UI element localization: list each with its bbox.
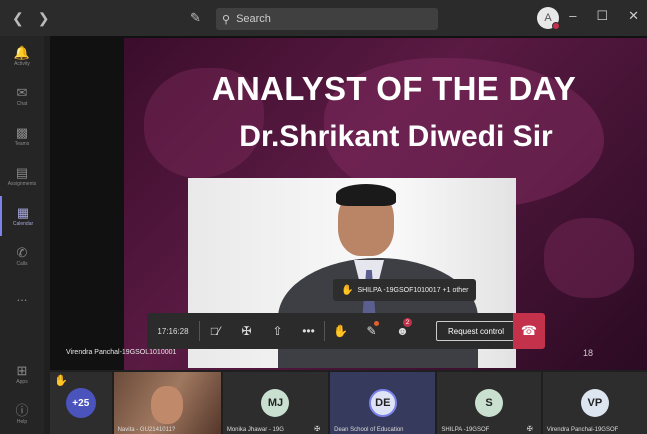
- participant-name: SHILPA -19GSOF: [441, 427, 490, 433]
- slide-title: ANALYST OF THE DAY: [211, 70, 577, 107]
- rail-label: Apps: [16, 378, 28, 385]
- slide-subtitle: Dr.Shrikant Diwedi Sir: [239, 120, 553, 153]
- more-participants-count: +25: [65, 388, 96, 418]
- rail-item-assignments[interactable]: ▤ Assignments: [0, 156, 44, 196]
- rail-item-calendar[interactable]: ▦ Calendar: [0, 196, 44, 236]
- help-icon: ⓘ: [15, 402, 29, 418]
- rail-item-calls[interactable]: ✆ Calls: [0, 236, 44, 276]
- raise-hand-button[interactable]: ✋: [325, 313, 356, 349]
- assignments-icon: ▤: [15, 164, 29, 180]
- participant-tile[interactable]: S SHILPA -19GSOF ✠: [437, 372, 541, 434]
- chat-icon: ✉: [16, 84, 28, 100]
- raised-hand-icon: ✋: [341, 284, 354, 296]
- title-bar: ❮ ❯ ✎ ⚲ Search A – ☐ ✕: [0, 0, 647, 36]
- rail-item-help[interactable]: ⓘ Help: [0, 394, 44, 434]
- rail-label: Calls: [16, 260, 28, 267]
- rail-label: Activity: [14, 60, 30, 67]
- rail-label: Help: [16, 418, 28, 425]
- call-timer: 17:16:28: [157, 326, 189, 336]
- world-map-shape: [544, 218, 634, 298]
- chevron-right-icon[interactable]: ❯: [38, 10, 50, 27]
- participant-avatar: MJ: [261, 389, 290, 417]
- photo-hair: [336, 184, 396, 206]
- participants-badge: 2: [403, 318, 412, 327]
- participant-video-tile[interactable]: Navita - GU2141011?: [113, 372, 221, 434]
- raised-hand-icon: ✋: [54, 375, 68, 387]
- raised-hand-notification[interactable]: ✋ SHILPA -19GSOF1010017 +1 other: [333, 279, 477, 301]
- nav-arrows: ❮ ❯: [12, 10, 49, 27]
- camera-off-button[interactable]: □⁄: [200, 313, 231, 349]
- rail-item-apps[interactable]: ⊞ Apps: [0, 354, 44, 394]
- window-controls: – ☐ ✕: [569, 8, 639, 24]
- participant-tile[interactable]: DE Dean School of Education: [330, 372, 436, 434]
- ellipsis-icon: •••: [302, 324, 315, 338]
- rail-label: Teams: [14, 140, 30, 147]
- participant-name: Dean School of Education: [334, 427, 404, 433]
- participants-button[interactable]: ☻ 2: [387, 313, 418, 349]
- chat-button[interactable]: ✎: [356, 313, 387, 349]
- app-rail: 🔔 Activity ✉ Chat ▩ Teams ▤ Assignments …: [0, 36, 44, 434]
- participant-tile[interactable]: MJ Monika Jhawar - 19G ✠: [222, 372, 329, 434]
- rail-item-chat[interactable]: ✉ Chat: [0, 76, 44, 116]
- participant-avatar: VP: [580, 389, 609, 417]
- mic-off-icon: ✠: [526, 426, 533, 433]
- participant-face: [151, 386, 184, 424]
- participant-name: Navita - GU2141011?: [117, 427, 176, 433]
- phone-icon: ✆: [16, 244, 28, 260]
- rail-label: Assignments: [7, 180, 37, 187]
- avatar[interactable]: A: [537, 7, 560, 30]
- chevron-left-icon[interactable]: ❮: [12, 10, 24, 27]
- share-icon: ⇧: [272, 324, 283, 338]
- call-controls: 17:16:28 □⁄ ✠ ⇧ ••• ✋ ✎ ☻ 2 Request cont…: [147, 313, 545, 349]
- participant-strip: ✋ +25 Navita - GU2141011? MJ Monika Jhaw…: [50, 372, 647, 434]
- teams-icon: ▩: [15, 124, 29, 140]
- participant-name: Monika Jhawar - 19G: [226, 427, 284, 433]
- rail-label: Chat: [16, 100, 28, 107]
- rail-item-teams[interactable]: ▩ Teams: [0, 116, 44, 156]
- rail-label: Calendar: [12, 220, 34, 227]
- more-participants-tile[interactable]: ✋ +25: [50, 372, 112, 434]
- rail-item-activity[interactable]: 🔔 Activity: [0, 36, 44, 76]
- maximize-icon[interactable]: ☐: [596, 8, 608, 24]
- participant-avatar: S: [475, 389, 504, 417]
- raised-hand-text: SHILPA -19GSOF1010017 +1 other: [357, 286, 469, 294]
- hang-up-button[interactable]: ☎: [513, 313, 545, 349]
- status-dot: [552, 22, 560, 30]
- phone-hangup-icon: ☎: [520, 323, 538, 338]
- more-icon: ...: [16, 288, 28, 304]
- mic-off-button[interactable]: ✠: [231, 313, 262, 349]
- compose-icon[interactable]: ✎: [190, 10, 206, 26]
- chat-dot: [374, 321, 379, 326]
- participant-tile[interactable]: VP Virendra Panchal-19GSOF: [542, 372, 647, 434]
- search-icon: ⚲: [222, 13, 231, 26]
- avatar-initial: A: [544, 12, 552, 24]
- bell-icon: 🔔: [13, 44, 31, 60]
- search-input[interactable]: ⚲ Search: [216, 8, 438, 30]
- rail-bottom: ⊞ Apps ⓘ Help: [0, 354, 44, 434]
- close-icon[interactable]: ✕: [628, 8, 639, 24]
- share-button[interactable]: ⇧: [262, 313, 293, 349]
- presenter-name: Virendra Panchal-19GSOL1010001: [66, 349, 177, 356]
- more-actions-button[interactable]: •••: [293, 313, 324, 349]
- calendar-icon: ▦: [16, 204, 30, 220]
- apps-icon: ⊞: [16, 362, 28, 378]
- mic-off-icon: ✠: [241, 324, 252, 338]
- slide-page-number: 18: [583, 348, 594, 358]
- chat-icon: ✎: [366, 324, 377, 338]
- hand-icon: ✋: [333, 324, 348, 338]
- request-control-button[interactable]: Request control: [436, 321, 517, 341]
- camera-off-icon: □⁄: [210, 324, 221, 338]
- participant-avatar: DE: [368, 389, 397, 417]
- participant-name: Virendra Panchal-19GSOF: [546, 427, 619, 433]
- minimize-icon[interactable]: –: [569, 8, 576, 24]
- mic-off-icon: ✠: [314, 426, 321, 433]
- search-placeholder: Search: [236, 13, 271, 25]
- rail-item-more[interactable]: ...: [0, 276, 44, 316]
